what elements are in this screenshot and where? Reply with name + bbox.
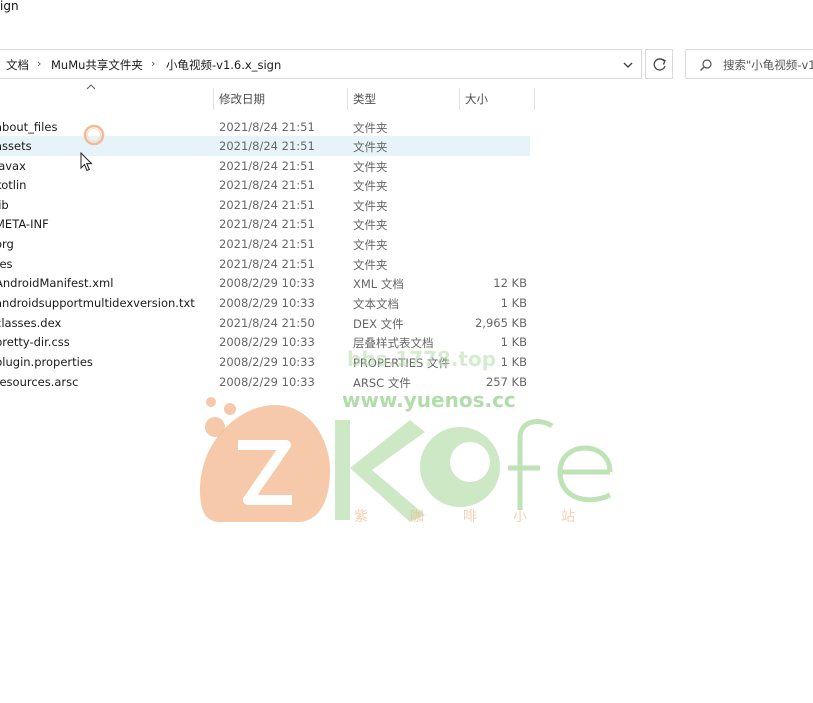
breadcrumb-item-current-folder[interactable]: 小龟视频-v1.6.x_sign [166,57,281,73]
refresh-button[interactable] [645,49,673,79]
file-date: 2008/2/29 10:33 [219,375,315,389]
file-row[interactable]: classes.dex 2021/8/24 21:50 DEX 文件 2,965… [0,313,530,333]
file-date: 2021/8/24 21:51 [219,217,315,231]
file-row[interactable]: pretty-dir.css 2008/2/29 10:33 层叠样式表文档 1… [0,332,530,352]
file-type: 文件夹 [353,160,388,174]
file-row[interactable]: lib 2021/8/24 21:51 文件夹 [0,195,530,215]
file-date: 2008/2/29 10:33 [219,335,315,349]
window-title: ign [0,0,19,13]
breadcrumb-separator[interactable]: › [37,57,41,70]
address-bar[interactable]: 文档 › MuMu共享文件夹 › 小龟视频-v1.6.x_sign [0,49,642,79]
file-type: 层叠样式表文档 [353,336,434,350]
file-name[interactable]: resources.arsc [0,375,78,389]
breadcrumb-separator[interactable]: › [151,57,155,70]
search-icon [700,59,712,71]
file-date: 2021/8/24 21:51 [219,159,315,173]
file-row[interactable]: res 2021/8/24 21:51 文件夹 [0,254,530,274]
file-name[interactable]: androidsupportmultidexversion.txt [0,296,195,310]
file-type: 文件夹 [353,121,388,135]
mouse-pointer-icon [80,152,93,172]
file-date: 2021/8/24 21:51 [219,120,315,134]
file-row[interactable]: META-INF 2021/8/24 21:51 文件夹 [0,214,530,234]
file-date: 2021/8/24 21:51 [219,139,315,153]
file-name[interactable]: kotlin [0,178,26,192]
file-name[interactable]: org [0,237,14,251]
file-size: 2,965 KB [474,316,527,330]
file-date: 2008/2/29 10:33 [219,276,315,290]
file-name[interactable]: pretty-dir.css [0,335,70,349]
file-row[interactable]: kotlin 2021/8/24 21:51 文件夹 [0,175,530,195]
file-date: 2021/8/24 21:51 [219,237,315,251]
file-type: 文件夹 [353,258,388,272]
chevron-down-icon[interactable] [619,56,637,74]
refresh-icon [653,58,666,71]
file-size: 257 KB [485,375,527,389]
column-header-type[interactable]: 类型 [353,91,376,113]
watermark-char: 紫 [354,509,368,525]
file-name[interactable]: classes.dex [0,316,61,330]
file-row[interactable]: androidsupportmultidexversion.txt 2008/2… [0,293,530,313]
watermark-char: 啡 [463,509,477,525]
file-name[interactable]: AndroidManifest.xml [0,276,113,290]
breadcrumb-item-mumu-shared[interactable]: MuMu共享文件夹 [51,57,143,73]
file-row[interactable]: AndroidManifest.xml 2008/2/29 10:33 XML … [0,273,530,293]
file-size: 1 KB [500,355,527,369]
file-row[interactable]: resources.arsc 2008/2/29 10:33 ARSC 文件 2… [0,372,530,392]
sort-ascending-icon [86,84,96,90]
file-date: 2021/8/24 21:51 [219,178,315,192]
breadcrumb-item-documents[interactable]: 文档 [6,57,29,73]
file-name[interactable]: META-INF [0,217,49,231]
watermark-char: 站 [561,509,575,525]
file-type: 文件夹 [353,179,388,193]
file-type: ARSC 文件 [353,376,411,390]
file-type: PROPERTIES 文件 [353,356,450,370]
column-divider[interactable] [347,88,348,110]
file-type: DEX 文件 [353,317,404,331]
file-date: 2008/2/29 10:33 [219,296,315,310]
column-divider[interactable] [534,88,535,110]
file-date: 2008/2/29 10:33 [219,355,315,369]
search-placeholder: 搜索"小龟视频-v1 [723,58,813,72]
file-row[interactable]: plugin.properties 2008/2/29 10:33 PROPER… [0,352,530,372]
file-name[interactable]: lib [0,198,9,212]
column-header-date[interactable]: 修改日期 [219,91,265,113]
click-indicator-icon [83,124,105,146]
file-date: 2021/8/24 21:50 [219,316,315,330]
file-row[interactable]: org 2021/8/24 21:51 文件夹 [0,234,530,254]
search-box[interactable]: 搜索"小龟视频-v1 [685,49,813,79]
file-type: 文件夹 [353,218,388,232]
file-date: 2021/8/24 21:51 [219,257,315,271]
column-header-size[interactable]: 大小 [465,91,488,113]
file-name[interactable]: res [0,257,13,271]
file-date: 2021/8/24 21:51 [219,198,315,212]
column-divider[interactable] [213,88,214,110]
window-title-strip: ign [0,0,813,44]
watermark-char: 小 [513,509,527,525]
file-type: 文件夹 [353,140,388,154]
file-type: XML 文档 [353,277,404,291]
file-name[interactable]: assets [0,139,32,153]
file-size: 1 KB [500,296,527,310]
column-divider[interactable] [459,88,460,110]
file-size: 1 KB [500,335,527,349]
file-type: 文件夹 [353,199,388,213]
file-name[interactable]: javax [0,159,26,173]
file-row[interactable]: about_files 2021/8/24 21:51 文件夹 [0,117,530,137]
file-name[interactable]: plugin.properties [0,355,93,369]
file-name[interactable]: about_files [0,120,57,134]
file-size: 12 KB [493,276,527,290]
watermark-char: 咖 [410,509,424,525]
file-type: 文件夹 [353,238,388,252]
file-type: 文本文档 [353,297,399,311]
